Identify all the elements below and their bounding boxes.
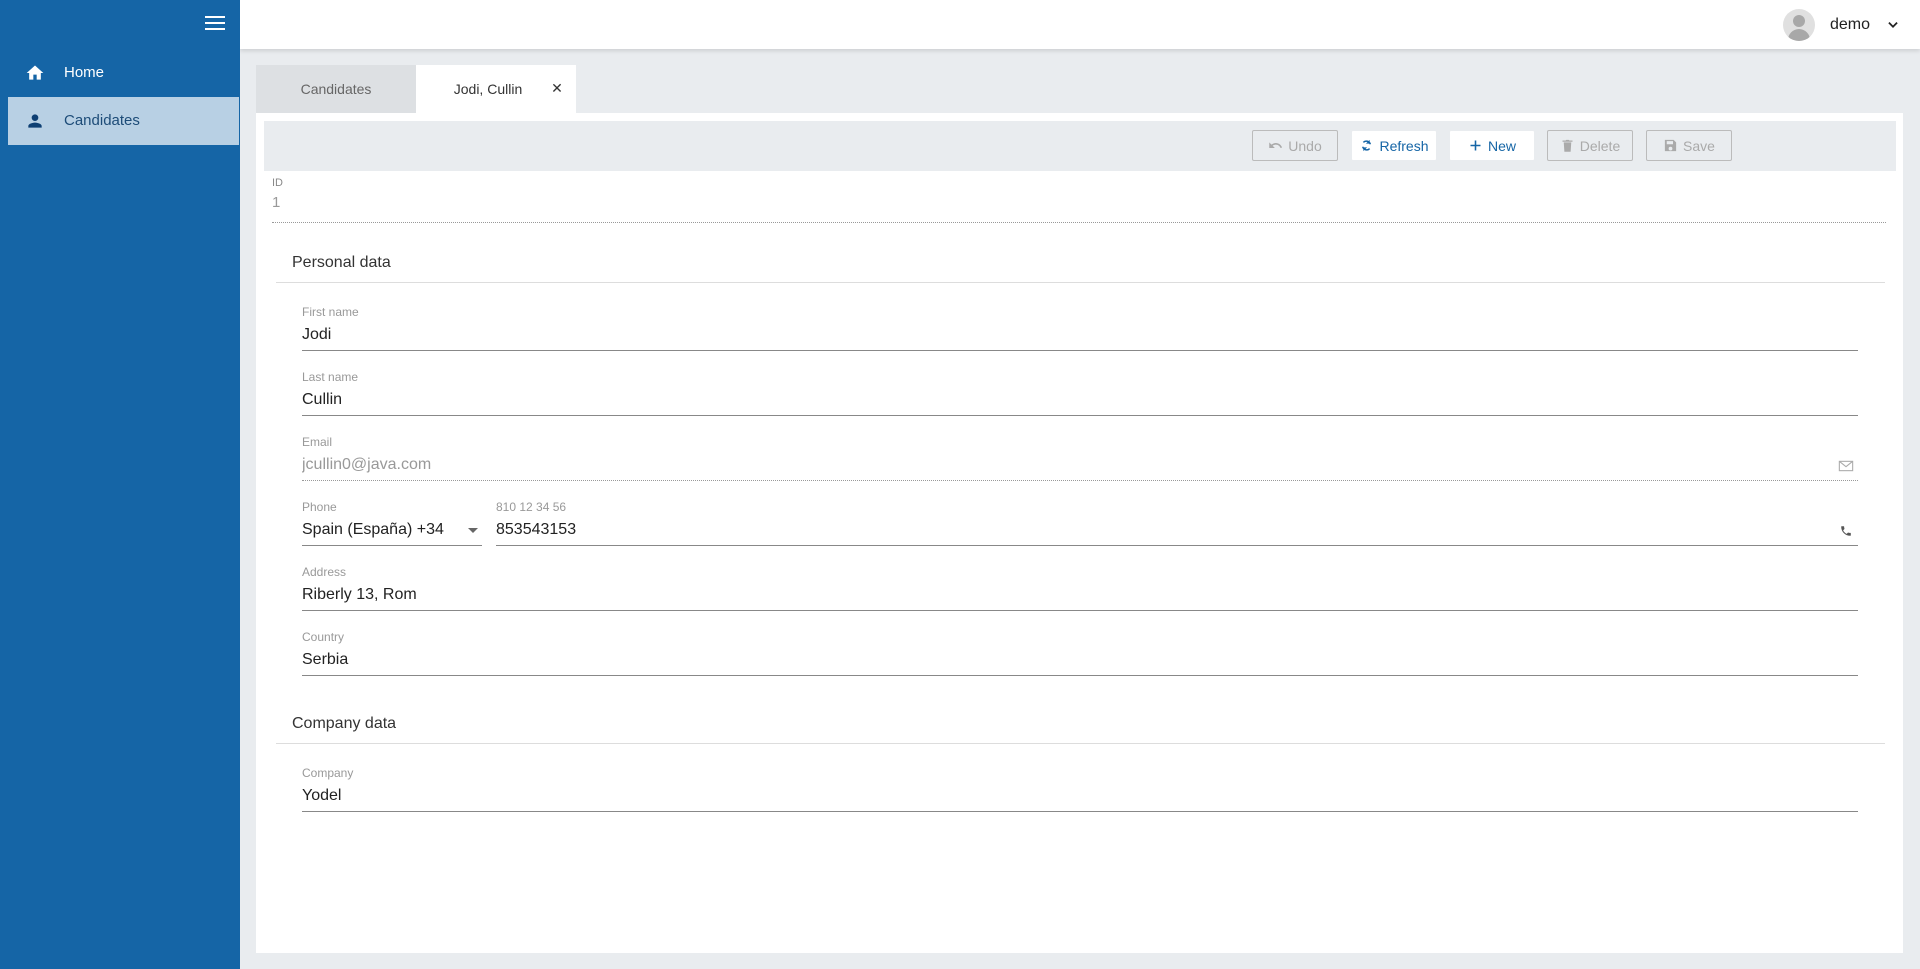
sidebar: Home Candidates xyxy=(0,0,240,969)
first-name-input[interactable] xyxy=(302,323,1858,347)
id-field: ID 1 xyxy=(272,177,1904,223)
phone-number-field[interactable]: 810 12 34 56 xyxy=(496,500,1858,546)
trash-icon xyxy=(1562,139,1573,152)
last-name-input[interactable] xyxy=(302,388,1858,412)
phone-icon xyxy=(1841,526,1851,536)
country-field[interactable]: Country xyxy=(302,630,1858,676)
tab-label: Candidates xyxy=(300,81,372,97)
last-name-field[interactable]: Last name xyxy=(302,370,1858,416)
person-icon xyxy=(28,114,42,128)
first-name-label: First name xyxy=(302,305,359,319)
sidebar-item-label: Home xyxy=(64,64,105,81)
field-underline xyxy=(302,610,1858,611)
hamburger-menu-icon[interactable] xyxy=(204,14,226,32)
toolbar: Undo Refresh New Delete Save xyxy=(264,121,1896,171)
refresh-label: Refresh xyxy=(1379,137,1429,154)
envelope-icon xyxy=(1838,460,1854,472)
sidebar-item-candidates[interactable]: Candidates xyxy=(8,97,239,145)
undo-label: Undo xyxy=(1288,137,1322,154)
personal-data-section: Personal data xyxy=(276,254,1885,283)
undo-button[interactable]: Undo xyxy=(1252,130,1338,161)
field-underline xyxy=(302,545,482,546)
user-menu[interactable]: demo xyxy=(1782,9,1900,41)
candidate-form-panel: Undo Refresh New Delete Save ID 1 Person… xyxy=(256,113,1903,953)
phone-label: Phone xyxy=(302,500,337,514)
company-input[interactable] xyxy=(302,784,1858,808)
delete-button[interactable]: Delete xyxy=(1547,130,1633,161)
floppy-disk-icon xyxy=(1664,139,1677,152)
id-label: ID xyxy=(272,177,283,189)
field-underline xyxy=(302,811,1858,812)
phone-country-value[interactable]: Spain (España) +34 xyxy=(302,518,482,542)
section-divider xyxy=(276,282,1885,283)
sidebar-item-label: Candidates xyxy=(64,112,140,129)
field-underline xyxy=(302,415,1858,416)
refresh-icon xyxy=(1362,139,1372,152)
user-name: demo xyxy=(1829,16,1870,33)
tab-label: Jodi, Cullin xyxy=(453,81,523,97)
home-icon xyxy=(26,65,44,80)
address-field[interactable]: Address xyxy=(302,565,1858,611)
tab-jodi-cullin[interactable]: Jodi, Cullin ✕ xyxy=(416,65,576,113)
undo-icon xyxy=(1269,142,1283,148)
company-label: Company xyxy=(302,766,354,780)
field-underline xyxy=(302,675,1858,676)
company-field[interactable]: Company xyxy=(302,766,1858,812)
top-bar: demo xyxy=(240,0,1920,49)
plus-icon xyxy=(1470,140,1481,151)
phone-country-select[interactable]: Phone Spain (España) +34 xyxy=(302,500,482,546)
company-data-section: Company data xyxy=(276,715,1885,744)
country-input[interactable] xyxy=(302,648,1858,672)
phone-number-input[interactable] xyxy=(496,518,1858,542)
refresh-button[interactable]: Refresh xyxy=(1351,130,1437,161)
id-value: 1 xyxy=(272,194,281,211)
chevron-down-icon[interactable] xyxy=(1886,18,1900,32)
sidebar-item-home[interactable]: Home xyxy=(8,49,239,97)
field-underline xyxy=(302,350,1858,351)
save-label: Save xyxy=(1683,137,1715,154)
close-icon[interactable]: ✕ xyxy=(550,81,564,95)
first-name-field[interactable]: First name xyxy=(302,305,1858,351)
email-field[interactable]: Email xyxy=(302,435,1858,481)
new-label: New xyxy=(1487,137,1516,154)
delete-label: Delete xyxy=(1579,137,1621,154)
dropdown-arrow-icon xyxy=(468,527,478,533)
section-divider xyxy=(276,743,1885,744)
tab-candidates[interactable]: Candidates xyxy=(256,65,416,113)
section-title: Personal data xyxy=(292,254,391,271)
last-name-label: Last name xyxy=(302,370,359,384)
id-underline xyxy=(272,222,1886,223)
email-input[interactable] xyxy=(302,453,1858,477)
section-title: Company data xyxy=(292,715,397,732)
phone-number-placeholder: 810 12 34 56 xyxy=(496,500,567,514)
user-avatar-icon xyxy=(1782,9,1815,41)
email-label: Email xyxy=(302,435,333,449)
save-button[interactable]: Save xyxy=(1646,130,1732,161)
new-button[interactable]: New xyxy=(1449,130,1535,161)
address-input[interactable] xyxy=(302,583,1858,607)
field-underline xyxy=(496,545,1858,546)
selected-country: Spain (España) +34 xyxy=(302,521,444,538)
address-label: Address xyxy=(302,565,347,579)
country-label: Country xyxy=(302,630,345,644)
field-underline xyxy=(302,480,1858,481)
tab-bar: Candidates Jodi, Cullin ✕ xyxy=(256,65,576,113)
